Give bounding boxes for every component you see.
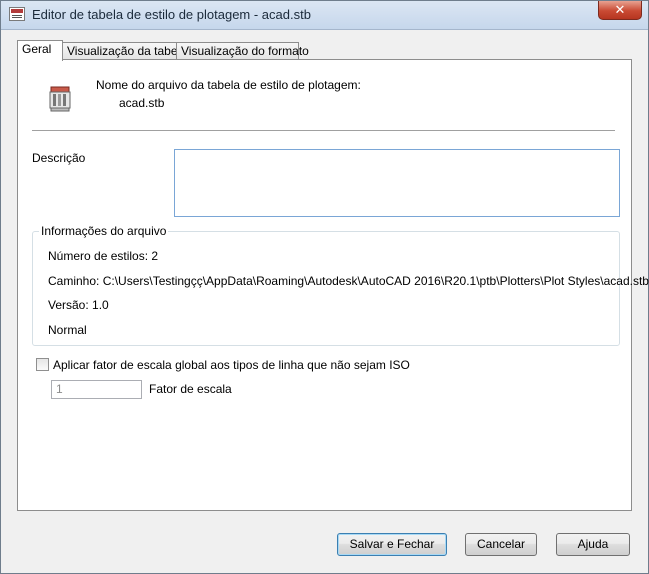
close-button[interactable]: ✕ [598,1,642,20]
tab-visualizacao-tabela[interactable]: Visualização da tabela [62,42,187,60]
tab-label: Visualização da tabela [67,44,187,58]
tab-visualizacao-formato[interactable]: Visualização do formato [176,42,309,60]
plot-style-table-editor-window: Editor de tabela de estilo de plotagem -… [0,0,649,574]
scale-factor-label: Fator de escala [149,382,232,396]
scale-factor-input[interactable]: 1 [51,380,142,399]
plot-style-file-icon [49,86,71,112]
title-bar[interactable]: Editor de tabela de estilo de plotagem -… [1,1,648,30]
version-text: Versão: 1.0 [48,298,109,312]
plot-style-table-icon [9,7,25,21]
save-close-button[interactable]: Salvar e Fechar [337,533,447,556]
file-info-group-label: Informações do arquivo [39,224,169,238]
tab-geral[interactable]: Geral [17,40,63,61]
tab-label: Geral [22,42,52,56]
tab-label: Visualização do formato [181,44,309,58]
description-label: Descrição [32,151,86,165]
path-text: Caminho: C:\Users\Testingçç\AppData\Roam… [48,274,649,288]
general-tab-panel: Nome do arquivo da tabela de estilo de p… [17,59,649,511]
help-button[interactable]: Ajuda [556,533,630,556]
separator [32,130,615,131]
cancel-button[interactable]: Cancelar [465,533,537,556]
description-textarea[interactable] [174,149,620,217]
close-icon: ✕ [614,2,626,17]
filename-heading: Nome do arquivo da tabela de estilo de p… [96,78,361,92]
apply-scale-checkbox[interactable] [36,358,49,371]
filename-value: acad.stb [119,96,165,110]
file-info-group: Informações do arquivo Número de estilos… [32,224,649,346]
type-text: Normal [48,323,87,337]
window-title: Editor de tabela de estilo de plotagem -… [32,7,311,22]
apply-scale-label[interactable]: Aplicar fator de escala global aos tipos… [53,358,410,372]
num-styles-text: Número de estilos: 2 [48,249,159,263]
